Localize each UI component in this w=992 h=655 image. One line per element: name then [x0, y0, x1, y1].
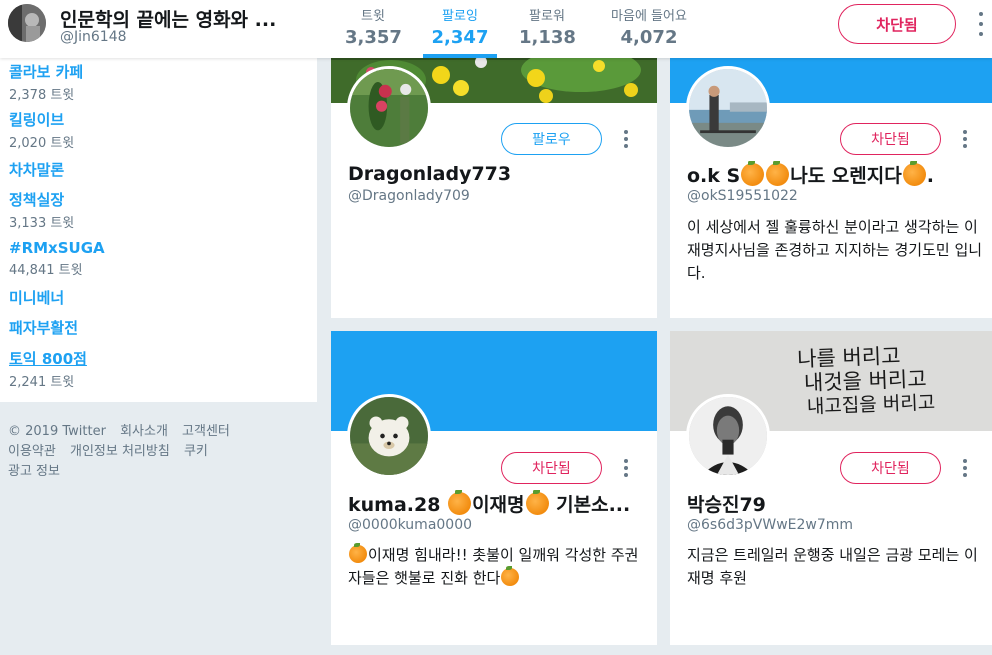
stat-tweets[interactable]: 트윗 3,357: [345, 5, 402, 48]
user-name[interactable]: kuma.28 이재명 기본소...: [348, 490, 638, 517]
footer-link-ads[interactable]: 광고 정보: [8, 464, 60, 479]
trend-item[interactable]: 토익 800점 2,241 트윗: [9, 348, 87, 390]
user-handle[interactable]: @Dragonlady709: [348, 188, 470, 204]
orange-emoji-icon: [501, 566, 520, 586]
user-card[interactable]: 차단됨 o.k S 나도 오렌지다. @okS19551022 이 세상에서 젤 …: [670, 40, 992, 318]
orange-emoji-icon: [766, 161, 790, 186]
user-name[interactable]: o.k S 나도 오렌지다.: [687, 161, 977, 188]
more-options-icon[interactable]: [974, 12, 988, 36]
profile-avatar[interactable]: [8, 4, 46, 42]
trend-name: 콜라보 카페: [9, 63, 84, 81]
user-name-part: 이재명: [472, 494, 525, 516]
trend-item[interactable]: #RMxSUGA 44,841 트윗: [9, 239, 105, 278]
trend-item[interactable]: 패자부활전: [9, 317, 78, 338]
banner-calligraphy: 나를 버리고 내것을 버리고 내고집을 버리고: [797, 343, 936, 420]
more-options-icon[interactable]: [621, 130, 631, 148]
more-options-icon[interactable]: [960, 459, 970, 477]
stat-label: 팔로잉: [442, 9, 478, 24]
stat-following[interactable]: 팔로잉 2,347: [423, 5, 497, 58]
user-avatar[interactable]: [686, 394, 770, 478]
site-footer: © 2019 Twitter 회사소개 고객센터 이용약관 개인정보 처리방침 …: [8, 422, 308, 482]
trend-count: 2,020 트윗: [9, 136, 75, 151]
stat-value: 3,357: [345, 27, 402, 48]
user-avatar[interactable]: [347, 66, 431, 150]
more-options-icon[interactable]: [960, 130, 970, 148]
footer-copyright: © 2019 Twitter: [8, 424, 106, 439]
orange-emoji-icon: [902, 161, 926, 186]
footer-link-about[interactable]: 회사소개: [120, 424, 168, 439]
trend-item[interactable]: 차차말론: [9, 159, 64, 180]
trends-panel: 콜라보 카페 2,378 트윗 킬링이브 2,020 트윗 차차말론 정책실장 …: [0, 58, 317, 402]
user-handle[interactable]: @okS19551022: [687, 188, 798, 204]
user-name-part: o.k S: [687, 165, 741, 187]
trend-item[interactable]: 콜라보 카페 2,378 트윗: [9, 61, 83, 103]
orange-emoji-icon: [349, 543, 367, 563]
user-handle[interactable]: @6s6d3pVWwE2w7mm: [687, 517, 853, 533]
trend-name: 차차말론: [9, 161, 65, 179]
user-name-part: kuma.28: [348, 494, 448, 516]
trend-name: 킬링이브: [9, 111, 65, 129]
footer-link-help[interactable]: 고객센터: [182, 424, 230, 439]
trend-count: 3,133 트윗: [9, 216, 75, 231]
footer-link-terms[interactable]: 이용약관: [8, 444, 56, 459]
blocked-button[interactable]: 차단됨: [840, 123, 941, 155]
user-handle[interactable]: @0000kuma0000: [348, 517, 472, 533]
user-name[interactable]: Dragonlady773: [348, 163, 638, 185]
trend-name: 미니베너: [9, 289, 65, 307]
user-name[interactable]: 박승진79: [687, 490, 977, 517]
user-bio: 이 세상에서 젤 훌륭하신 분이라고 생각하는 이재명지사님을 존경하고 지지하…: [687, 218, 983, 282]
user-card[interactable]: 차단됨 kuma.28 이재명 기본소... @0000kuma0000 이재명…: [331, 331, 657, 645]
user-bio: 이재명 힘내라!! 촛불이 일깨워 각성한 주권자들은 햇불로 진화 한다: [348, 543, 644, 590]
stat-label: 마음에 들어요: [611, 9, 687, 24]
footer-link-privacy[interactable]: 개인정보 처리방침: [70, 444, 170, 459]
trend-item[interactable]: 미니베너: [9, 287, 64, 308]
more-options-icon[interactable]: [621, 459, 631, 477]
stat-value: 4,072: [620, 27, 678, 48]
orange-emoji-icon: [741, 161, 765, 186]
trend-name: 패자부활전: [9, 319, 79, 337]
profile-header: 인문학의 끝에는 영화와 ... @Jin6148 트윗 3,357 팔로잉 2…: [0, 0, 992, 58]
user-bio: 지금은 트레일러 운행중 내일은 금광 모레는 이재명 후원: [687, 546, 978, 587]
trend-item[interactable]: 킬링이브 2,020 트윗: [9, 109, 74, 151]
stat-followers[interactable]: 팔로워 1,138: [519, 5, 576, 48]
trend-item[interactable]: 정책실장 3,133 트윗: [9, 189, 74, 231]
trend-name: 정책실장: [9, 191, 65, 209]
blocked-button[interactable]: 차단됨: [838, 4, 956, 44]
user-card[interactable]: 나를 버리고 내것을 버리고 내고집을 버리고 차단됨 박승진79 @6s6d3…: [670, 331, 992, 645]
profile-handle: @Jin6148: [60, 29, 127, 45]
footer-link-cookies[interactable]: 쿠키: [184, 444, 208, 459]
orange-emoji-icon: [448, 490, 472, 515]
stat-value: 1,138: [519, 27, 576, 48]
trend-count: 2,378 트윗: [9, 88, 75, 103]
trend-count: 44,841 트윗: [9, 263, 83, 278]
trend-name: #RMxSUGA: [9, 239, 105, 257]
banner-text-line: 내고집을 버리고: [806, 391, 936, 419]
stat-label: 팔로워: [529, 9, 565, 24]
orange-emoji-icon: [525, 490, 549, 515]
blocked-button[interactable]: 차단됨: [501, 452, 602, 484]
user-name-part: 나도 오렌지다: [790, 165, 902, 187]
user-bio-text: 이재명 힘내라!! 촛불이 일깨워 각성한 주권자들은 햇불로 진화 한다: [348, 546, 639, 587]
profile-name: 인문학의 끝에는 영화와 ...: [60, 9, 277, 31]
user-name-part: 기본소...: [549, 494, 631, 516]
user-card[interactable]: 팔로우 Dragonlady773 @Dragonlady709: [331, 40, 657, 318]
stat-label: 트윗: [361, 9, 385, 24]
user-name-part: .: [926, 165, 934, 187]
stat-value: 2,347: [431, 27, 489, 48]
user-avatar[interactable]: [686, 66, 770, 150]
follow-button[interactable]: 팔로우: [501, 123, 602, 155]
trend-count: 2,241 트윗: [9, 375, 75, 390]
stat-likes[interactable]: 마음에 들어요 4,072: [605, 5, 693, 48]
trend-name: 토익 800점: [9, 350, 87, 368]
user-avatar[interactable]: [347, 394, 431, 478]
blocked-button[interactable]: 차단됨: [840, 452, 941, 484]
